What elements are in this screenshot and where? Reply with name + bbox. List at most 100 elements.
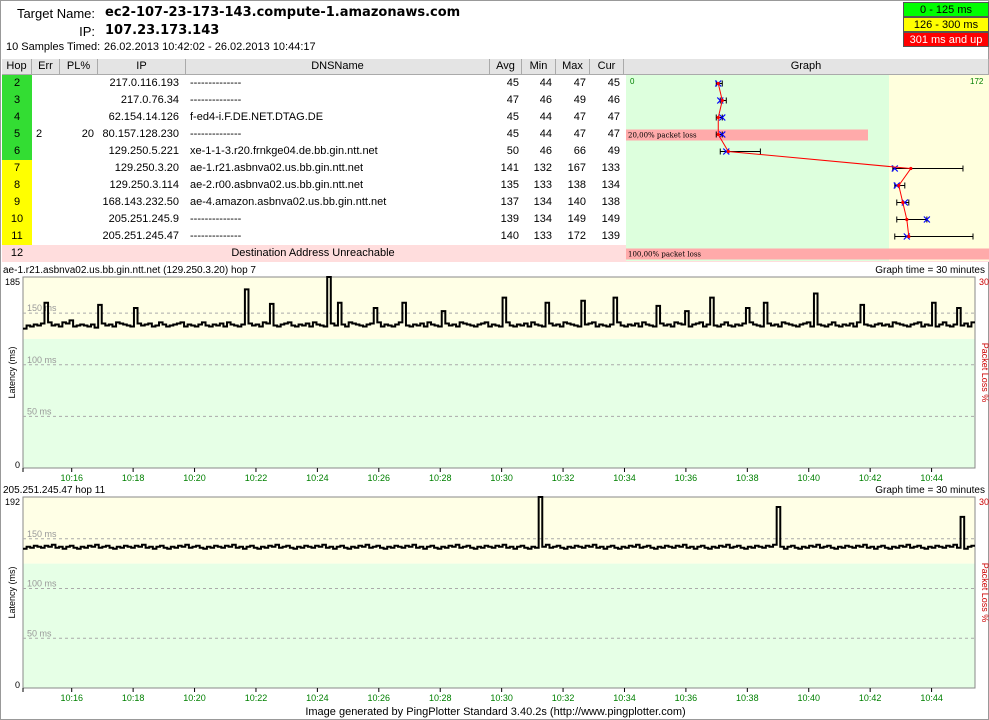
hop-cur: 134 bbox=[601, 179, 620, 191]
packet-loss-label: 20,00% packet loss bbox=[628, 132, 697, 140]
hop-packet-loss bbox=[60, 109, 94, 126]
col-header-dnsname[interactable]: DNSName bbox=[186, 59, 490, 75]
x-tick-label: 10:16 bbox=[60, 693, 83, 703]
zone-green bbox=[23, 338, 975, 468]
pingplotter-window: Target Name: ec2-107-23-173-143.compute-… bbox=[0, 0, 989, 720]
hop-number: 12 bbox=[10, 247, 24, 259]
graph-min-label: 0 bbox=[630, 77, 635, 86]
hop-number: 5 bbox=[2, 126, 32, 143]
avg-latency-point bbox=[716, 81, 720, 86]
hop-number: 3 bbox=[2, 92, 32, 109]
avg-latency-point bbox=[909, 166, 913, 171]
y-min-label: 0 bbox=[15, 460, 20, 470]
hop-avg: 45 bbox=[506, 128, 519, 140]
hop-max: 149 bbox=[567, 213, 586, 225]
footer-credit: Image generated by PingPlotter Standard … bbox=[305, 706, 686, 718]
gridline-label: 50 ms bbox=[27, 406, 52, 416]
hop-dnsname: ae-1.r21.asbnva02.us.bb.gin.ntt.net bbox=[190, 162, 364, 174]
gridline-label: 50 ms bbox=[27, 628, 52, 638]
zone-yellow bbox=[23, 277, 975, 339]
hop-cur: 133 bbox=[601, 162, 620, 174]
y2-max-label: 30 bbox=[979, 277, 989, 287]
hop-max: 47 bbox=[573, 77, 586, 89]
x-tick-label: 10:20 bbox=[183, 473, 206, 483]
hop-errors bbox=[36, 109, 60, 126]
hop-avg: 137 bbox=[500, 196, 519, 208]
x-tick-label: 10:32 bbox=[552, 473, 575, 483]
hop-ip: 129.250.3.20 bbox=[114, 162, 179, 174]
hop-ip: 205.251.245.9 bbox=[108, 213, 179, 225]
hop-max: 140 bbox=[567, 196, 586, 208]
hop-ip: 205.251.245.47 bbox=[102, 230, 179, 242]
avg-latency-point bbox=[716, 132, 720, 137]
hop-avg: 139 bbox=[500, 213, 519, 225]
hop-min: 44 bbox=[539, 128, 552, 140]
avg-latency-point bbox=[907, 234, 911, 239]
graph-zone-green bbox=[626, 75, 889, 261]
hop-avg: 45 bbox=[506, 77, 519, 89]
hop-number: 9 bbox=[2, 194, 32, 211]
gridline-label: 100 ms bbox=[27, 579, 57, 589]
samples-label: 10 Samples Timed: bbox=[6, 41, 101, 53]
hop-max: 66 bbox=[573, 145, 586, 157]
x-tick-label: 10:26 bbox=[368, 473, 391, 483]
hop-cur: 139 bbox=[601, 230, 620, 242]
hop-number: 7 bbox=[2, 160, 32, 177]
hop-min: 134 bbox=[533, 196, 552, 208]
graph-max-label: 172 bbox=[970, 77, 984, 86]
y-max-label: 192 bbox=[5, 497, 20, 507]
latency-chart-hop7: 150 ms 100 ms 50 ms 185 0 30 Latency (ms) Packe… bbox=[5, 276, 989, 483]
x-tick-label: 10:26 bbox=[368, 693, 391, 703]
hop-number: 4 bbox=[2, 109, 32, 126]
col-header-min[interactable]: Min bbox=[522, 59, 556, 75]
col-header-cur[interactable]: Cur bbox=[590, 59, 624, 75]
col-header-avg[interactable]: Avg bbox=[490, 59, 522, 75]
col-header-graph[interactable]: Graph bbox=[624, 59, 989, 75]
hop-max: 138 bbox=[567, 179, 586, 191]
hop-errors: 2 bbox=[36, 128, 43, 140]
hop-dnsname: f-ed4-i.F.DE.NET.DTAG.DE bbox=[190, 111, 324, 123]
col-header-max[interactable]: Max bbox=[556, 59, 590, 75]
hop-number: 8 bbox=[2, 177, 32, 194]
x-tick-label: 10:30 bbox=[490, 473, 513, 483]
x-tick-label: 10:42 bbox=[859, 693, 882, 703]
hop-dnsname: -------------- bbox=[190, 213, 242, 225]
hop-dnsname: -------------- bbox=[190, 230, 242, 242]
hop-avg: 45 bbox=[506, 111, 519, 123]
col-header-pl[interactable]: PL% bbox=[60, 59, 98, 75]
hop-cur: 149 bbox=[601, 213, 620, 225]
hop-errors bbox=[36, 177, 60, 194]
x-tick-label: 10:28 bbox=[429, 473, 452, 483]
y-axis-label: Latency (ms) bbox=[7, 566, 17, 618]
hop-packet-loss bbox=[60, 75, 94, 92]
hop-packet-loss bbox=[60, 211, 94, 228]
hop-packet-loss bbox=[60, 194, 94, 211]
hop-cur: 45 bbox=[607, 77, 620, 89]
col-header-ip[interactable]: IP bbox=[98, 59, 186, 75]
target-name-label: Target Name: bbox=[16, 6, 95, 21]
hop-ip: 217.0.76.34 bbox=[120, 94, 179, 106]
gridline-label: 150 ms bbox=[27, 303, 57, 313]
hop-dnsname: -------------- bbox=[190, 77, 242, 89]
y-max-label: 185 bbox=[5, 277, 20, 287]
x-tick-label: 10:18 bbox=[122, 473, 145, 483]
trace-graph-svg: 0 172 20,00% packet loss 100,00% packet los… bbox=[626, 75, 989, 261]
hop-ip: 129.250.5.221 bbox=[108, 145, 179, 157]
col-header-hop[interactable]: Hop bbox=[2, 59, 32, 75]
hop-max: 172 bbox=[567, 230, 586, 242]
legend-yellow: 126 - 300 ms bbox=[903, 17, 989, 32]
hop-dnsname: -------------- bbox=[190, 94, 242, 106]
avg-latency-point bbox=[901, 200, 905, 205]
hop-ip: 168.143.232.50 bbox=[102, 196, 179, 208]
hop-errors bbox=[36, 211, 60, 228]
hop-number: 10 bbox=[2, 211, 32, 228]
hop-errors bbox=[36, 143, 60, 160]
hop-avg: 141 bbox=[500, 162, 519, 174]
zone-green bbox=[23, 563, 975, 688]
hop-packet-loss bbox=[60, 143, 94, 160]
x-tick-label: 10:34 bbox=[613, 473, 636, 483]
x-tick-label: 10:44 bbox=[920, 693, 943, 703]
hop-max: 49 bbox=[573, 94, 586, 106]
y2-axis-label: Packet Loss % bbox=[980, 563, 989, 623]
col-header-err[interactable]: Err bbox=[32, 59, 60, 75]
